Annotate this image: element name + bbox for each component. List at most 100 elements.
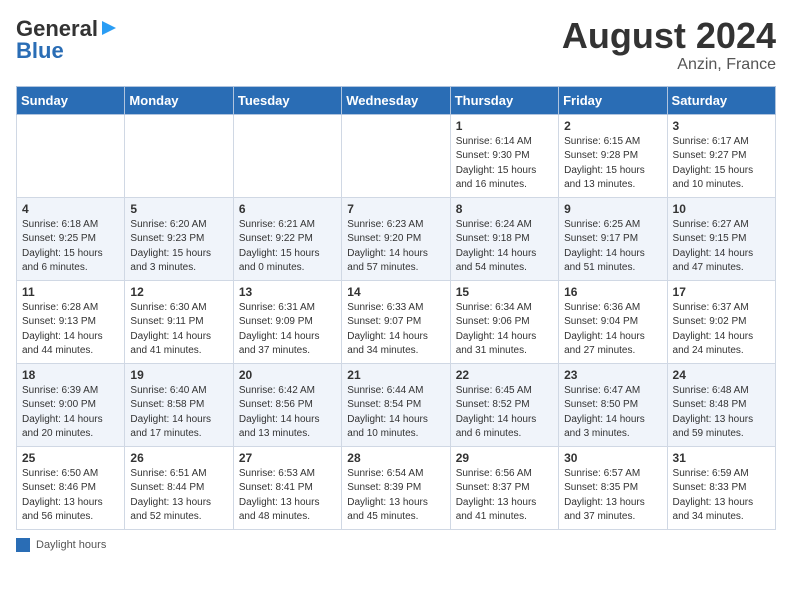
day-number: 8 — [456, 202, 553, 216]
day-number: 21 — [347, 368, 444, 382]
calendar-cell: 24 Sunrise: 6:48 AMSunset: 8:48 PMDayligh… — [667, 363, 775, 446]
day-info: Sunrise: 6:27 AMSunset: 9:15 PMDaylight:… — [673, 218, 770, 276]
day-info: Sunrise: 6:17 AMSunset: 9:27 PMDaylight:… — [673, 135, 770, 193]
day-header-thursday: Thursday — [450, 86, 558, 114]
day-info: Sunrise: 6:37 AMSunset: 9:02 PMDaylight:… — [673, 301, 770, 359]
calendar-cell — [125, 114, 233, 197]
day-number: 24 — [673, 368, 770, 382]
day-info: Sunrise: 6:47 AMSunset: 8:50 PMDaylight:… — [564, 384, 661, 442]
logo: General Blue — [16, 16, 118, 64]
calendar-cell: 10 Sunrise: 6:27 AMSunset: 9:15 PMDayligh… — [667, 197, 775, 280]
day-number: 16 — [564, 285, 661, 299]
day-number: 14 — [347, 285, 444, 299]
day-info: Sunrise: 6:39 AMSunset: 9:00 PMDaylight:… — [22, 384, 119, 442]
calendar-cell: 18 Sunrise: 6:39 AMSunset: 9:00 PMDayligh… — [17, 363, 125, 446]
calendar-cell: 17 Sunrise: 6:37 AMSunset: 9:02 PMDayligh… — [667, 280, 775, 363]
legend: Daylight hours — [16, 538, 776, 552]
calendar-cell: 31Sunrise: 6:59 AMSunset: 8:33 PMDayligh… — [667, 446, 775, 529]
day-number: 4 — [22, 202, 119, 216]
day-number: 12 — [130, 285, 227, 299]
day-header-monday: Monday — [125, 86, 233, 114]
day-number: 2 — [564, 119, 661, 133]
calendar-cell — [17, 114, 125, 197]
day-number: 28 — [347, 451, 444, 465]
calendar-cell — [342, 114, 450, 197]
calendar-cell: 1 Sunrise: 6:14 AMSunset: 9:30 PMDaylight… — [450, 114, 558, 197]
legend-label: Daylight hours — [36, 539, 106, 551]
day-number: 15 — [456, 285, 553, 299]
day-number: 20 — [239, 368, 336, 382]
day-info: Sunrise: 6:28 AMSunset: 9:13 PMDaylight:… — [22, 301, 119, 359]
day-info: Sunrise: 6:14 AMSunset: 9:30 PMDaylight:… — [456, 135, 553, 193]
calendar-week-row: 1 Sunrise: 6:14 AMSunset: 9:30 PMDaylight… — [17, 114, 776, 197]
day-header-sunday: Sunday — [17, 86, 125, 114]
day-number: 10 — [673, 202, 770, 216]
day-number: 27 — [239, 451, 336, 465]
legend-box — [16, 538, 30, 552]
calendar-week-row: 25Sunrise: 6:50 AMSunset: 8:46 PMDayligh… — [17, 446, 776, 529]
calendar-cell: 26 Sunrise: 6:51 AMSunset: 8:44 PMDayligh… — [125, 446, 233, 529]
day-info: Sunrise: 6:40 AMSunset: 8:58 PMDaylight:… — [130, 384, 227, 442]
day-info: Sunrise: 6:33 AMSunset: 9:07 PMDaylight:… — [347, 301, 444, 359]
day-info: Sunrise: 6:25 AMSunset: 9:17 PMDaylight:… — [564, 218, 661, 276]
day-number: 26 — [130, 451, 227, 465]
calendar-cell: 12 Sunrise: 6:30 AMSunset: 9:11 PMDayligh… — [125, 280, 233, 363]
day-header-friday: Friday — [559, 86, 667, 114]
calendar-cell: 6 Sunrise: 6:21 AMSunset: 9:22 PMDaylight… — [233, 197, 341, 280]
day-info: Sunrise: 6:36 AMSunset: 9:04 PMDaylight:… — [564, 301, 661, 359]
day-info: Sunrise: 6:23 AMSunset: 9:20 PMDaylight:… — [347, 218, 444, 276]
day-number: 17 — [673, 285, 770, 299]
calendar-cell: 15 Sunrise: 6:34 AMSunset: 9:06 PMDayligh… — [450, 280, 558, 363]
day-header-wednesday: Wednesday — [342, 86, 450, 114]
calendar-cell: 8 Sunrise: 6:24 AMSunset: 9:18 PMDaylight… — [450, 197, 558, 280]
calendar-week-row: 18 Sunrise: 6:39 AMSunset: 9:00 PMDayligh… — [17, 363, 776, 446]
calendar-cell: 3Sunrise: 6:17 AMSunset: 9:27 PMDaylight… — [667, 114, 775, 197]
calendar-cell: 13Sunrise: 6:31 AMSunset: 9:09 PMDayligh… — [233, 280, 341, 363]
day-number: 31 — [673, 451, 770, 465]
day-info: Sunrise: 6:56 AMSunset: 8:37 PMDaylight:… — [456, 467, 553, 525]
day-info: Sunrise: 6:48 AMSunset: 8:48 PMDaylight:… — [673, 384, 770, 442]
day-number: 19 — [130, 368, 227, 382]
day-number: 22 — [456, 368, 553, 382]
day-info: Sunrise: 6:24 AMSunset: 9:18 PMDaylight:… — [456, 218, 553, 276]
title-area: August 2024 Anzin, France — [562, 16, 776, 74]
calendar-cell: 21Sunrise: 6:44 AMSunset: 8:54 PMDayligh… — [342, 363, 450, 446]
day-info: Sunrise: 6:34 AMSunset: 9:06 PMDaylight:… — [456, 301, 553, 359]
day-info: Sunrise: 6:42 AMSunset: 8:56 PMDaylight:… — [239, 384, 336, 442]
calendar-cell: 2 Sunrise: 6:15 AMSunset: 9:28 PMDaylight… — [559, 114, 667, 197]
calendar-cell: 25Sunrise: 6:50 AMSunset: 8:46 PMDayligh… — [17, 446, 125, 529]
calendar-cell: 4 Sunrise: 6:18 AMSunset: 9:25 PMDaylight… — [17, 197, 125, 280]
calendar-cell: 30Sunrise: 6:57 AMSunset: 8:35 PMDayligh… — [559, 446, 667, 529]
day-number: 29 — [456, 451, 553, 465]
day-number: 6 — [239, 202, 336, 216]
calendar-week-row: 4 Sunrise: 6:18 AMSunset: 9:25 PMDaylight… — [17, 197, 776, 280]
calendar-week-row: 11 Sunrise: 6:28 AMSunset: 9:13 PMDayligh… — [17, 280, 776, 363]
day-number: 1 — [456, 119, 553, 133]
calendar-cell: 28Sunrise: 6:54 AMSunset: 8:39 PMDayligh… — [342, 446, 450, 529]
day-number: 18 — [22, 368, 119, 382]
calendar-cell: 16 Sunrise: 6:36 AMSunset: 9:04 PMDayligh… — [559, 280, 667, 363]
calendar-header-row: SundayMondayTuesdayWednesdayThursdayFrid… — [17, 86, 776, 114]
calendar-cell: 19 Sunrise: 6:40 AMSunset: 8:58 PMDayligh… — [125, 363, 233, 446]
day-number: 7 — [347, 202, 444, 216]
calendar-cell: 5 Sunrise: 6:20 AMSunset: 9:23 PMDaylight… — [125, 197, 233, 280]
day-info: Sunrise: 6:21 AMSunset: 9:22 PMDaylight:… — [239, 218, 336, 276]
day-info: Sunrise: 6:30 AMSunset: 9:11 PMDaylight:… — [130, 301, 227, 359]
day-info: Sunrise: 6:18 AMSunset: 9:25 PMDaylight:… — [22, 218, 119, 276]
day-header-tuesday: Tuesday — [233, 86, 341, 114]
calendar-cell: 11 Sunrise: 6:28 AMSunset: 9:13 PMDayligh… — [17, 280, 125, 363]
calendar-cell: 7 Sunrise: 6:23 AMSunset: 9:20 PMDaylight… — [342, 197, 450, 280]
location: Anzin, France — [562, 56, 776, 74]
day-info: Sunrise: 6:20 AMSunset: 9:23 PMDaylight:… — [130, 218, 227, 276]
day-info: Sunrise: 6:53 AMSunset: 8:41 PMDaylight:… — [239, 467, 336, 525]
day-number: 5 — [130, 202, 227, 216]
day-info: Sunrise: 6:51 AMSunset: 8:44 PMDaylight:… — [130, 467, 227, 525]
day-number: 30 — [564, 451, 661, 465]
day-number: 9 — [564, 202, 661, 216]
calendar-cell: 29 Sunrise: 6:56 AMSunset: 8:37 PMDayligh… — [450, 446, 558, 529]
day-info: Sunrise: 6:15 AMSunset: 9:28 PMDaylight:… — [564, 135, 661, 193]
day-header-saturday: Saturday — [667, 86, 775, 114]
page-header: General Blue August 2024 Anzin, France — [16, 16, 776, 74]
day-number: 11 — [22, 285, 119, 299]
calendar-cell: 23Sunrise: 6:47 AMSunset: 8:50 PMDayligh… — [559, 363, 667, 446]
